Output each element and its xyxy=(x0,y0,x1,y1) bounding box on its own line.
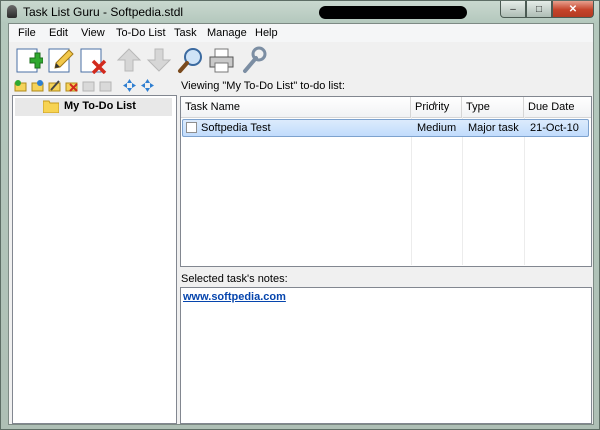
grid-line xyxy=(411,117,412,265)
edit-list-icon[interactable] xyxy=(48,79,61,92)
magnifier-icon xyxy=(178,48,202,73)
wrench-icon xyxy=(243,46,267,73)
window-title: Task List Guru - Softpedia.stdl xyxy=(23,5,184,19)
new-sublist-icon[interactable] xyxy=(31,79,44,92)
menu-bar: File Edit View To-Do List Task Manage He… xyxy=(9,24,593,42)
delete-task-icon xyxy=(80,48,107,75)
task-grid[interactable]: Task Name ▲ Priority Type Due Date Softpe… xyxy=(180,96,592,267)
task-priority: Medium xyxy=(417,122,457,134)
main-toolbar xyxy=(9,43,593,77)
title-bar[interactable]: Task List Guru - Softpedia.stdl – □ ✕ xyxy=(1,1,599,23)
delete-list-icon[interactable] xyxy=(65,79,78,92)
minimize-button[interactable]: – xyxy=(500,1,526,18)
notes-textarea[interactable]: www.softpedia.com xyxy=(180,287,592,424)
menu-file[interactable]: File xyxy=(18,27,36,39)
move-down-button[interactable] xyxy=(145,46,173,74)
new-list-icon[interactable] xyxy=(14,79,27,92)
tree-item-root[interactable]: My To-Do List xyxy=(15,98,172,116)
delete-task-button[interactable] xyxy=(79,46,107,75)
arrow-down-icon xyxy=(146,48,172,72)
col-type[interactable]: Type xyxy=(462,97,524,117)
menu-manage[interactable]: Manage xyxy=(207,27,247,39)
add-task-icon xyxy=(16,48,44,73)
grid-line xyxy=(462,117,463,265)
move-up-button[interactable] xyxy=(115,46,143,74)
tree-item-label: My To-Do List xyxy=(64,100,136,112)
folder-icon xyxy=(43,100,59,113)
arrow-up-icon xyxy=(116,48,142,72)
viewing-label: Viewing "My To-Do List" to-do list: xyxy=(181,80,345,92)
print-button[interactable] xyxy=(207,46,235,74)
task-due-date: 21-Oct-10 xyxy=(530,122,579,134)
task-checkbox[interactable] xyxy=(186,122,197,133)
add-task-button[interactable] xyxy=(15,46,44,74)
task-name: Softpedia Test xyxy=(201,122,271,134)
redaction-bar xyxy=(319,6,467,19)
edit-task-icon xyxy=(48,48,74,73)
col-task-name[interactable]: Task Name xyxy=(181,97,411,117)
search-button[interactable] xyxy=(177,46,205,74)
menu-edit[interactable]: Edit xyxy=(49,27,68,39)
collapse-all-icon[interactable] xyxy=(141,79,154,92)
window-controls: – □ ✕ xyxy=(500,1,594,19)
app-window: Task List Guru - Softpedia.stdl – □ ✕ Fi… xyxy=(0,0,600,430)
menu-todo-list[interactable]: To-Do List xyxy=(116,27,166,39)
col-due-date[interactable]: Due Date xyxy=(524,97,591,117)
table-row[interactable]: Softpedia Test Medium Major task 21-Oct-… xyxy=(182,119,589,137)
sort-arrow-icon: ▲ xyxy=(431,100,438,107)
maximize-button[interactable]: □ xyxy=(526,1,552,18)
menu-help[interactable]: Help xyxy=(255,27,278,39)
app-icon xyxy=(7,5,17,18)
edit-task-button[interactable] xyxy=(47,46,75,74)
notes-label: Selected task's notes: xyxy=(181,273,288,285)
settings-button[interactable] xyxy=(239,46,267,74)
menu-view[interactable]: View xyxy=(81,27,105,39)
close-button[interactable]: ✕ xyxy=(552,1,594,18)
grid-header: Task Name ▲ Priority Type Due Date xyxy=(181,97,591,118)
task-type: Major task xyxy=(468,122,519,134)
printer-icon xyxy=(209,48,234,73)
menu-task[interactable]: Task xyxy=(174,27,197,39)
grid-line xyxy=(524,117,525,265)
col-priority[interactable]: ▲ Priority xyxy=(411,97,462,117)
notes-link[interactable]: www.softpedia.com xyxy=(183,291,286,303)
expand-all-icon[interactable] xyxy=(123,79,136,92)
move-list-up-icon[interactable] xyxy=(82,79,95,92)
move-list-down-icon[interactable] xyxy=(99,79,112,92)
todo-list-tree[interactable]: My To-Do List xyxy=(12,95,177,424)
client-area: File Edit View To-Do List Task Manage He… xyxy=(8,23,594,425)
